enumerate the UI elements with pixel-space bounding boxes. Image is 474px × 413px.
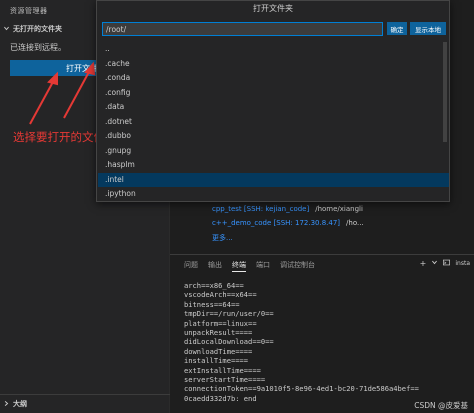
folder-list-scrollbar[interactable] [443,42,447,142]
terminal-line: installTime==== [184,356,249,366]
terminal-line: unpackResult==== [184,328,253,338]
folder-list-item[interactable]: .dubbo [98,129,449,144]
folder-list-item[interactable]: .data [98,100,449,115]
chevron-down-icon [3,25,10,34]
panel-tab[interactable]: 输出 [208,260,222,272]
outline-section-header[interactable]: 大纲 [0,394,170,413]
panel-tab[interactable]: 问题 [184,260,198,272]
chevron-down-icon[interactable] [431,259,438,268]
terminal-line: tmpDir==/run/user/0== [184,309,274,319]
recent-item: cpp_test [SSH: kejian_code] /home/xiangli [212,205,364,219]
folder-list-item[interactable]: .ipython [98,187,449,201]
terminal-line: platform==linux== [184,318,257,328]
recent-item: 更多... [212,233,364,247]
recent-path: /ho... [346,219,364,227]
dialog-title: 打开文件夹 [253,4,293,13]
folder-list-item[interactable]: .conda [98,71,449,86]
recent-item: c++_demo_code [SSH: 172.30.8.47] /ho... [212,219,364,233]
watermark-text: CSDN @皮爱基 [412,400,470,411]
terminal-icon[interactable] [443,259,451,268]
folder-list-item[interactable]: .dotnet [98,115,449,130]
bottom-panel: 问题 输出 终端 端口 调试控制台 + insta arch==x86_64== vsco… [170,254,474,413]
terminal-line: vscodeArch==x64== [184,290,257,300]
explorer-title: 资源管理器 [10,7,48,15]
recent-list: cpp_test [SSH: kejian_code] /home/xiangli… [212,205,364,247]
terminal-line: serverStartTime==== [184,375,266,385]
folder-path-input[interactable] [102,22,383,36]
panel-actions: + insta [420,259,470,268]
folder-list-item[interactable]: .gnupg [98,144,449,159]
terminal-line: didLocalDownload==0== [184,337,274,347]
folder-list-item[interactable]: .hasplm [98,158,449,173]
ok-button[interactable]: 确定 [387,22,407,35]
folder-list-item[interactable]: .cache [98,57,449,72]
panel-tab[interactable]: 终端 [232,260,246,272]
terminal-line: arch==x86_64== [184,281,244,290]
section-label: 无打开的文件夹 [13,25,62,33]
panel-tab[interactable]: 端口 [256,260,270,272]
panel-tabs: 问题 输出 终端 端口 调试控制台 [184,260,315,272]
add-terminal-icon[interactable]: + [420,259,427,268]
folder-list-item[interactable]: .. [98,42,449,57]
folder-list-item[interactable]: .config [98,86,449,101]
folder-list-item[interactable]: .intel [98,172,449,187]
terminal-output[interactable]: arch==x86_64== vscodeArch==x64== bitness==… [184,281,470,403]
terminal-line: downloadTime==== [184,346,253,356]
recent-link[interactable]: 更多... [212,233,233,247]
show-local-button[interactable]: 显示本地 [410,22,446,35]
open-folder-dialog: 打开文件夹 确定 显示本地 ...cache.conda.config.data… [96,0,450,202]
terminal-name[interactable]: insta [455,260,470,267]
recent-link[interactable]: cpp_test [SSH: kejian_code] [212,205,309,219]
remote-status-text: 已连接到远程。 [10,43,66,52]
recent-path: /home/xiangli [315,205,363,213]
outline-label: 大纲 [13,400,27,408]
panel-tab[interactable]: 调试控制台 [280,260,315,272]
folder-list: .. .cache .conda .config .data .dotnet .dubbo.… [98,42,449,201]
chevron-right-icon [3,400,10,409]
terminal-line: connectionToken==9a1010f5-8e96-4ed1-bc20… [184,384,419,394]
terminal-line: extInstallTime==== [184,365,261,375]
terminal-line: bitness==64== [184,299,240,309]
recent-link[interactable]: c++_demo_code [SSH: 172.30.8.47] [212,219,340,233]
